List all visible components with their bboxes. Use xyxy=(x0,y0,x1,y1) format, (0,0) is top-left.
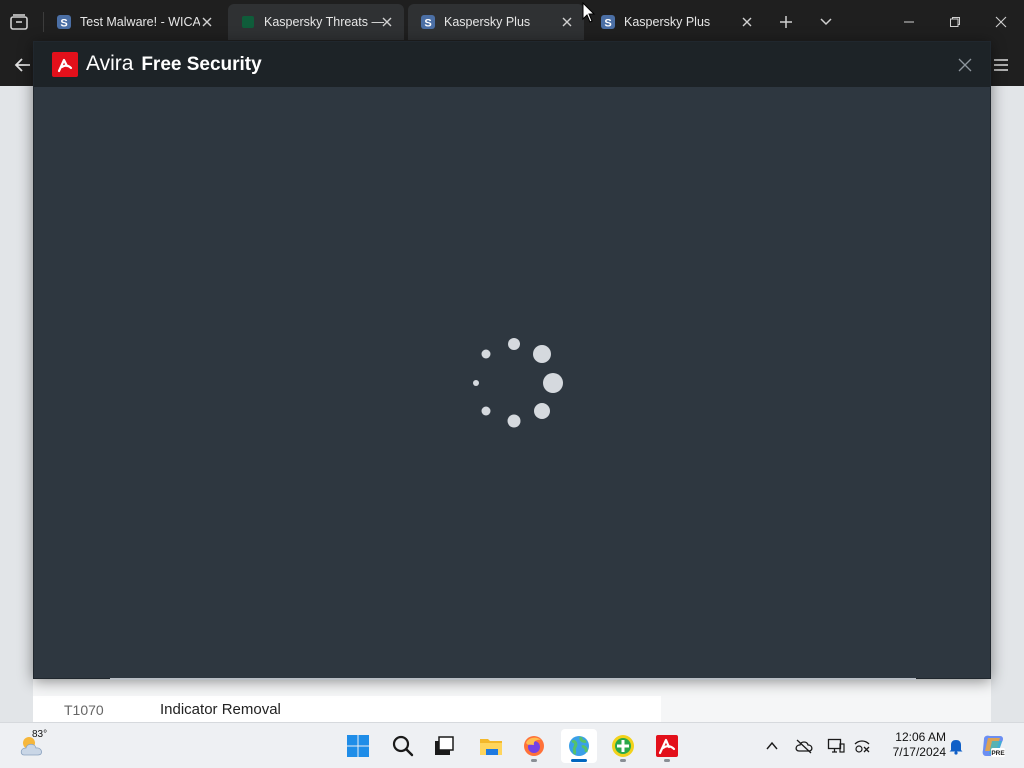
firefox-button[interactable] xyxy=(516,729,552,763)
close-window-button[interactable] xyxy=(986,8,1016,36)
avira-title: Avira Free Security xyxy=(86,52,262,76)
firefox-icon xyxy=(524,736,544,756)
avira-logo-icon xyxy=(52,52,78,77)
active-app-indicator xyxy=(571,759,587,762)
avira-brand: Avira xyxy=(86,52,134,75)
system-clock[interactable]: 12:06 AM 7/17/2024 xyxy=(876,730,946,760)
clock-time: 12:06 AM xyxy=(895,730,946,744)
hamburger-menu-icon[interactable] xyxy=(990,54,1012,76)
task-view-icon xyxy=(435,736,454,755)
s-letter-icon: S xyxy=(56,14,72,30)
file-explorer-button[interactable] xyxy=(473,729,509,763)
technique-code: T1070 xyxy=(64,702,104,718)
avira-icon xyxy=(656,735,678,757)
folder-icon xyxy=(480,739,502,755)
tab-title: Kaspersky Plus xyxy=(624,15,711,29)
avira-bottom-edge xyxy=(110,678,916,680)
browser-globe-button[interactable] xyxy=(561,729,597,763)
mouse-cursor-icon xyxy=(582,1,596,24)
green-plus-icon xyxy=(612,735,634,757)
s-letter-icon: S xyxy=(600,14,616,30)
restore-icon xyxy=(950,17,960,27)
close-icon xyxy=(958,58,972,72)
tab-title: Kaspersky Plus xyxy=(444,15,531,29)
browser-tab-bar: S Test Malware! - WICAR Kaspersky Threat… xyxy=(0,0,1024,44)
weather-temperature: 83° xyxy=(32,729,48,740)
new-tab-button[interactable] xyxy=(774,10,798,34)
svg-text:S: S xyxy=(424,18,431,30)
tab-list-button[interactable] xyxy=(814,10,838,34)
taskbar: 83° 12:06 AM 7/17/2024 PRE xyxy=(0,722,1024,768)
loading-spinner xyxy=(464,332,564,432)
chevron-down-icon xyxy=(820,18,832,26)
clock-date: 7/17/2024 xyxy=(892,745,946,759)
kaspersky-icon xyxy=(240,14,256,30)
running-indicator xyxy=(531,759,537,762)
copilot-pre-icon[interactable]: PRE xyxy=(980,733,1006,759)
tab-wicar[interactable]: S Test Malware! - WICAR xyxy=(44,4,224,40)
search-icon xyxy=(392,735,414,757)
tab-close-icon[interactable] xyxy=(560,15,574,29)
task-view-button[interactable] xyxy=(426,729,462,763)
tab-close-icon[interactable] xyxy=(380,15,394,29)
plus-app-button[interactable] xyxy=(605,729,641,763)
tab-kaspersky-plus[interactable]: S Kaspersky Plus xyxy=(408,4,584,40)
minimize-icon xyxy=(904,21,914,23)
tab-title: Kaspersky Threats — T xyxy=(264,15,384,29)
avira-close-button[interactable] xyxy=(956,56,974,74)
running-indicator xyxy=(664,759,670,762)
network-status-icon[interactable] xyxy=(852,736,872,756)
pre-badge: PRE xyxy=(991,750,1005,757)
globe-browser-icon xyxy=(569,736,589,756)
tab-close-icon[interactable] xyxy=(200,15,214,29)
restore-button[interactable] xyxy=(940,8,970,36)
search-button[interactable] xyxy=(385,729,421,763)
avira-window: Avira Free Security xyxy=(33,41,991,680)
close-icon xyxy=(995,16,1007,28)
back-arrow-icon[interactable] xyxy=(12,54,34,76)
tab-kaspersky-threats[interactable]: Kaspersky Threats — T xyxy=(228,4,404,40)
technique-name[interactable]: Indicator Removal xyxy=(160,701,281,718)
avira-title-bar: Avira Free Security xyxy=(34,42,990,87)
tab-kaspersky-plus-2[interactable]: S Kaspersky Plus xyxy=(588,4,764,40)
plus-icon xyxy=(780,16,792,28)
display-icon[interactable] xyxy=(826,736,846,756)
running-indicator xyxy=(620,759,626,762)
tray-overflow-chevron-icon[interactable] xyxy=(762,736,782,756)
tab-manager-icon[interactable] xyxy=(8,11,30,33)
svg-text:S: S xyxy=(60,18,67,30)
tab-close-icon[interactable] xyxy=(740,15,754,29)
cloud-offline-icon[interactable] xyxy=(794,736,814,756)
windows-logo-icon xyxy=(347,735,369,757)
avira-taskbar-button[interactable] xyxy=(649,729,685,763)
page-left-margin xyxy=(0,86,33,722)
table-row xyxy=(33,696,661,722)
minimize-button[interactable] xyxy=(894,8,924,36)
s-letter-icon: S xyxy=(420,14,436,30)
tab-title: Test Malware! - WICAR xyxy=(80,15,200,29)
page-right-margin xyxy=(991,86,1024,722)
notification-bell-icon[interactable] xyxy=(946,736,966,756)
svg-text:S: S xyxy=(604,18,611,30)
windows-start-button[interactable] xyxy=(340,729,376,763)
avira-product-name: Free Security xyxy=(141,54,262,75)
